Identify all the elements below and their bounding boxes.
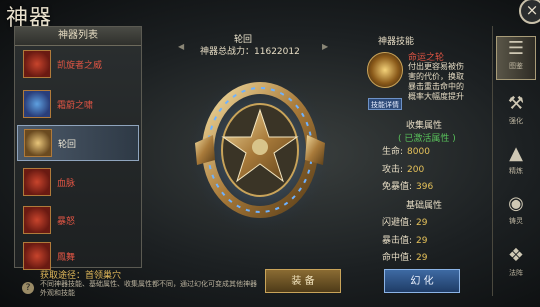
prev-arrow-icon[interactable]: ◀ xyxy=(178,42,184,51)
anvil-icon: ▲ xyxy=(509,143,523,164)
skill-section-title: 神器技能 xyxy=(378,37,415,47)
stat-value: 29 xyxy=(416,236,428,246)
stat-value: 29 xyxy=(416,218,428,228)
artifact-item-label: 暴怒 xyxy=(57,217,76,227)
stat-label: 攻击: xyxy=(382,165,404,175)
help-icon[interactable]: ? xyxy=(22,282,34,294)
next-arrow-icon[interactable]: ▶ xyxy=(322,42,328,51)
skill-icon[interactable] xyxy=(367,52,403,88)
tab-label: 图鉴 xyxy=(509,62,523,70)
book-icon: ☰ xyxy=(507,38,525,59)
array-icon: ❖ xyxy=(507,245,525,266)
collection-status: ( 已激活属性 ) xyxy=(398,134,456,144)
tab-array[interactable]: ❖ 法阵 xyxy=(496,244,536,288)
power-value: 11622012 xyxy=(254,47,300,57)
tab-label: 铸灵 xyxy=(509,217,523,225)
base-stat: 暴击值: 29 xyxy=(382,233,428,246)
stat-label: 命中值: xyxy=(382,253,413,263)
red-blade-icon xyxy=(23,206,51,234)
tab-codex[interactable]: ☰ 图鉴 xyxy=(496,36,536,80)
red-armor-icon xyxy=(23,168,51,196)
red-weapon-icon xyxy=(23,50,51,78)
artifact-window: 神器 × 神器列表 凯旋者之威 霜蔚之啸 轮回 血脉 暴怒 鳳舞 获取途径：首领… xyxy=(0,0,540,307)
base-attributes-title: 基础属性 xyxy=(406,201,443,211)
hammer-icon: ⚒ xyxy=(507,93,525,114)
tab-enhance[interactable]: ⚒ 强化 xyxy=(496,92,536,136)
stat-value: 200 xyxy=(407,165,425,175)
gold-emblem-icon xyxy=(24,129,52,157)
artifact-item-label: 鳳舞 xyxy=(57,253,76,263)
stat-label: 免暴值: xyxy=(382,182,413,192)
collection-title: 收集属性 xyxy=(406,121,443,131)
artifact-item-label: 血脉 xyxy=(57,179,76,189)
artifact-list-item[interactable]: 凯旋者之威 xyxy=(17,47,139,83)
stat-label: 暴击值: xyxy=(382,236,413,246)
power-label: 神器总战力： xyxy=(200,47,255,57)
tab-spirit[interactable]: ◉ 铸灵 xyxy=(496,192,536,236)
tab-divider xyxy=(492,26,493,296)
stat-label: 生命: xyxy=(382,147,404,157)
artifact-list-item[interactable]: 暴怒 xyxy=(17,203,139,239)
artifact-emblem-image xyxy=(186,71,334,235)
artifact-list-item[interactable]: 血脉 xyxy=(17,165,139,201)
collection-stat: 攻击: 200 xyxy=(382,162,424,175)
blue-gem-icon xyxy=(23,90,51,118)
red-wing-icon xyxy=(23,242,51,270)
skill-detail-button[interactable]: 技能详情 xyxy=(368,98,402,110)
collection-stat: 免暴值: 396 xyxy=(382,179,433,192)
artifact-list-header: 神器列表 xyxy=(15,27,141,46)
stat-value: 8000 xyxy=(407,147,430,157)
artifact-item-label: 轮回 xyxy=(58,140,77,150)
tab-label: 精炼 xyxy=(509,167,523,175)
stat-value: 29 xyxy=(416,253,428,263)
base-stat: 闪避值: 29 xyxy=(382,215,428,228)
collection-stat: 生命: 8000 xyxy=(382,144,430,157)
spirit-icon: ◉ xyxy=(508,193,524,214)
artifact-item-label: 霜蔚之啸 xyxy=(57,101,94,111)
stat-label: 闪避值: xyxy=(382,218,413,228)
tab-label: 法阵 xyxy=(509,269,523,277)
equip-button[interactable]: 装 备 xyxy=(265,269,341,293)
artifact-item-label: 凯旋者之威 xyxy=(57,61,103,71)
close-button[interactable]: × xyxy=(519,0,540,24)
artifact-power: 神器总战力：11622012 xyxy=(200,44,300,57)
base-stat: 命中值: 29 xyxy=(382,250,428,263)
artifact-description: 不同神器技能、基础属性、收集属性都不同，通过幻化可变成其他神器外观和技能 xyxy=(40,280,257,297)
stat-value: 396 xyxy=(416,182,434,192)
skill-description: 付出更容易被伤害的代价，换取暴击重击命中的概率大幅度提升 xyxy=(408,62,464,101)
artifact-list-panel: 神器列表 凯旋者之威 霜蔚之啸 轮回 血脉 暴怒 鳳舞 xyxy=(14,26,142,270)
artifact-list-item-selected[interactable]: 轮回 xyxy=(17,125,139,161)
tab-label: 强化 xyxy=(509,117,523,125)
transform-button[interactable]: 幻 化 xyxy=(384,269,460,293)
tab-refine[interactable]: ▲ 精炼 xyxy=(496,142,536,186)
artifact-list-item[interactable]: 霜蔚之啸 xyxy=(17,87,139,123)
